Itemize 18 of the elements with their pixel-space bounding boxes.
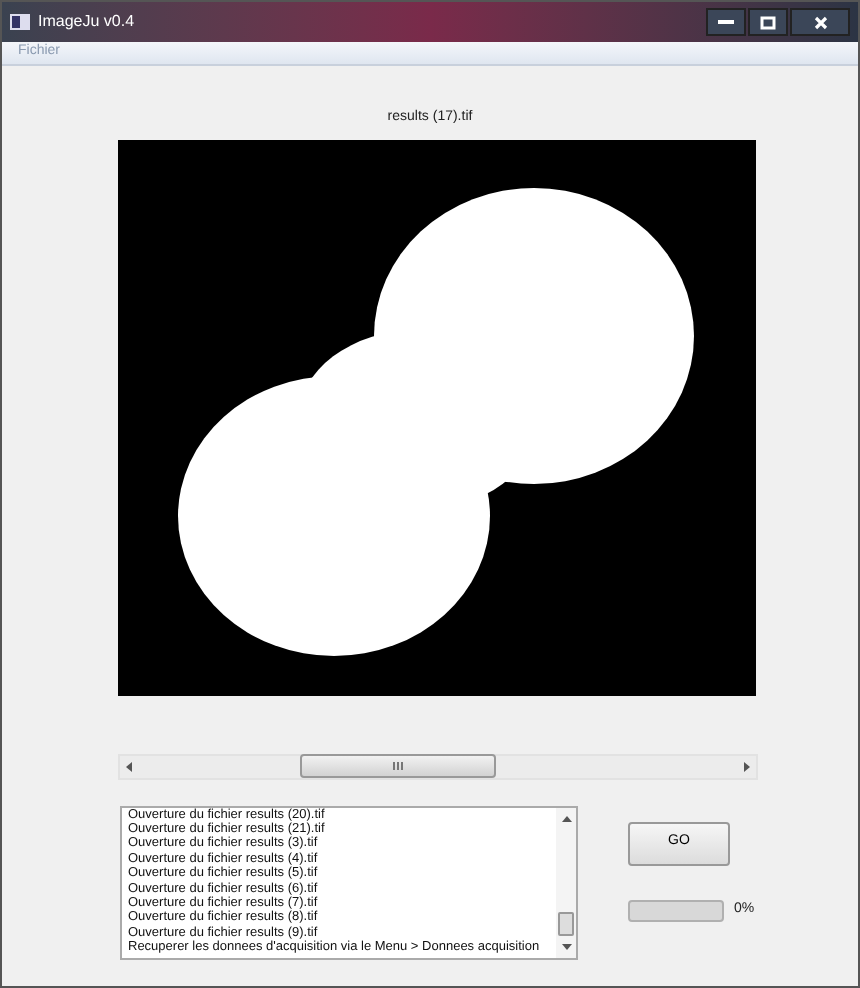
grip-icon <box>392 762 404 770</box>
horizontal-scrollbar[interactable] <box>118 753 758 779</box>
vertical-scrollbar[interactable] <box>556 807 576 957</box>
app-icon <box>10 14 30 30</box>
minimize-icon <box>718 20 734 24</box>
minimize-button[interactable] <box>706 8 746 36</box>
close-icon <box>813 15 827 29</box>
window-title: ImageJu v0.4 <box>38 10 135 34</box>
scrollbar-thumb[interactable] <box>300 754 496 778</box>
scrollbar-thumb[interactable] <box>558 911 574 935</box>
right-arrow-icon <box>744 761 750 771</box>
close-button[interactable] <box>790 8 850 36</box>
down-arrow-icon <box>561 943 571 949</box>
maximize-icon <box>760 15 776 29</box>
log-listbox[interactable] <box>120 805 578 959</box>
maximize-button[interactable] <box>748 8 788 36</box>
up-arrow-icon <box>561 815 571 821</box>
left-arrow-icon <box>126 761 132 771</box>
